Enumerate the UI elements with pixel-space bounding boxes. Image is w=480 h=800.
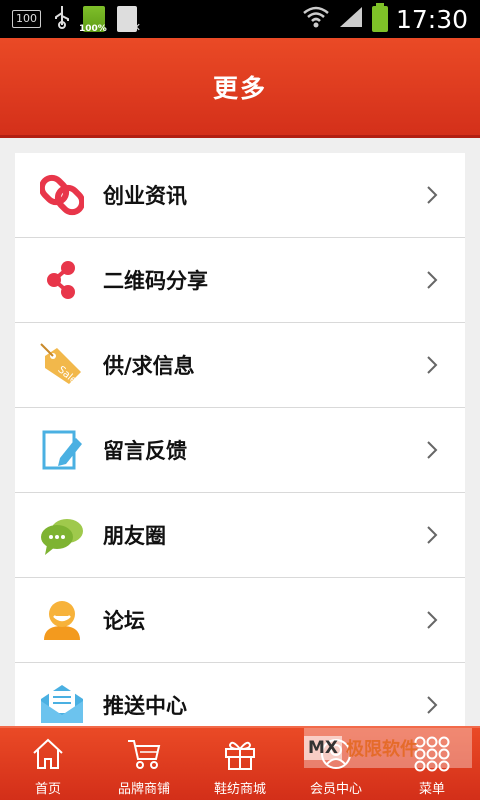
list-item-forum[interactable]: 论坛 — [15, 578, 465, 663]
link-icon — [38, 171, 86, 219]
list-item-moments[interactable]: 朋友圈 — [15, 493, 465, 578]
gift-icon — [220, 734, 260, 774]
list-item-qrcode-share[interactable]: 二维码分享 — [15, 238, 465, 323]
battery-full-icon: 100% — [79, 6, 107, 34]
list-item-label: 论坛 — [103, 609, 145, 633]
badge-100-icon: 100 — [12, 10, 41, 28]
chevron-right-icon — [417, 605, 447, 635]
usb-icon — [53, 5, 71, 33]
wifi-icon — [302, 5, 330, 33]
nav-item-mall[interactable]: 鞋纺商城 — [192, 728, 288, 800]
sale-tag-icon: Sale — [38, 341, 86, 389]
envelope-icon — [38, 681, 86, 729]
chevron-right-icon — [417, 520, 447, 550]
nav-item-home[interactable]: 首页 — [0, 728, 96, 800]
chevron-right-icon — [417, 435, 447, 465]
chevron-right-icon — [417, 180, 447, 210]
list-item-label: 创业资讯 — [103, 184, 187, 208]
nav-label: 鞋纺商城 — [213, 782, 266, 797]
chevron-right-icon — [417, 350, 447, 380]
edit-note-icon — [38, 426, 86, 474]
list-item-label: 推送中心 — [103, 694, 187, 718]
nav-label: 菜单 — [418, 782, 445, 797]
home-icon — [28, 734, 68, 774]
signal-icon — [338, 5, 364, 33]
chat-bubbles-icon — [38, 511, 86, 559]
status-left: 100 100% — [12, 5, 141, 34]
cart-icon — [124, 734, 164, 774]
nav-item-brand-shops[interactable]: 品牌商铺 — [96, 728, 192, 800]
header: 更多 — [0, 38, 480, 138]
document-icon — [117, 6, 141, 34]
user-avatar-icon — [38, 596, 86, 644]
list-item-label: 留言反馈 — [103, 439, 187, 463]
watermark: MX 极限软件 — [304, 728, 472, 768]
status-right: 17:30 — [302, 3, 468, 34]
battery-icon — [371, 3, 388, 32]
list-item-label: 供/求信息 — [103, 354, 195, 378]
page-title: 更多 — [212, 73, 267, 103]
nav-label: 会员中心 — [309, 782, 362, 797]
list-item-label: 二维码分享 — [103, 269, 208, 293]
status-bar: 100 100% 17:30 — [0, 0, 480, 38]
battery-full-label: 100% — [79, 24, 107, 34]
clock: 17:30 — [395, 4, 468, 34]
list-item-feedback[interactable]: 留言反馈 — [15, 408, 465, 493]
watermark-text: 极限软件 — [346, 739, 419, 760]
nav-label: 首页 — [34, 782, 61, 797]
menu-list: 创业资讯 二维码分享 Sale 供/求信息 留言反馈 朋友圈 论坛 推送中心 — [15, 153, 465, 748]
list-item-startup-news[interactable]: 创业资讯 — [15, 153, 465, 238]
nav-label: 品牌商铺 — [117, 782, 170, 797]
watermark-logo: MX — [304, 736, 343, 760]
chevron-right-icon — [417, 265, 447, 295]
list-item-label: 朋友圈 — [103, 524, 166, 548]
list-item-supply-demand[interactable]: Sale 供/求信息 — [15, 323, 465, 408]
chevron-right-icon — [417, 690, 447, 720]
share-icon — [38, 256, 86, 304]
